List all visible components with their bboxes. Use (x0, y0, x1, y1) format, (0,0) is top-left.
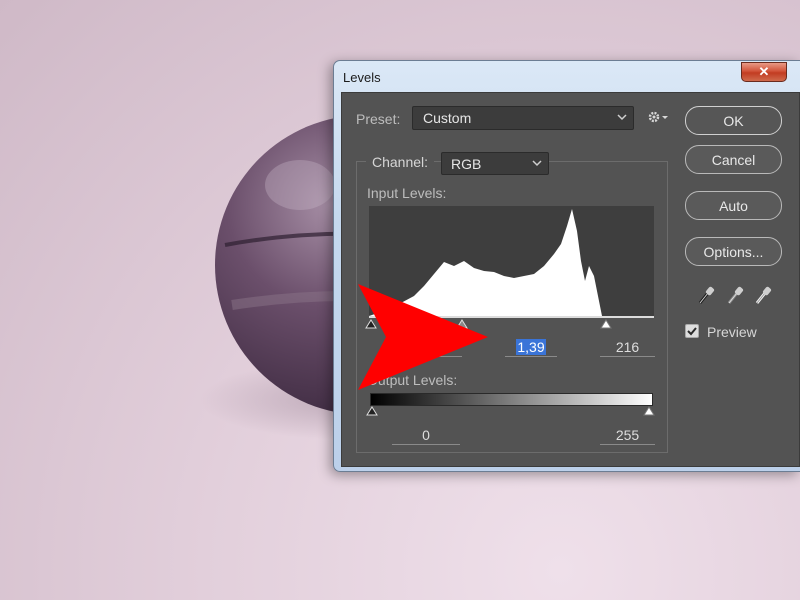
preset-label: Preset: (356, 111, 401, 127)
channel-value: RGB (451, 156, 482, 172)
output-white-field[interactable]: 255 (600, 425, 655, 445)
channel-label: Channel: (366, 154, 435, 170)
output-black-field[interactable]: 0 (392, 425, 460, 445)
input-white-slider[interactable] (600, 319, 612, 329)
chevron-down-icon (617, 114, 627, 121)
input-white-field[interactable]: 216 (600, 337, 655, 357)
levels-dialog: Levels ✕ Preset: Custom Channel: RGB Inp… (333, 60, 800, 472)
window-title: Levels (343, 70, 381, 85)
preview-checkbox[interactable] (685, 324, 699, 338)
annotation-arrow (358, 284, 488, 390)
checkmark-icon (687, 327, 697, 336)
input-gamma-value: 1,39 (516, 339, 546, 355)
preset-dropdown[interactable]: Custom (412, 106, 634, 130)
output-black-slider[interactable] (366, 406, 378, 416)
close-icon: ✕ (758, 64, 770, 79)
input-gamma-field[interactable]: 1,39 (505, 337, 557, 357)
auto-button[interactable]: Auto (685, 191, 782, 220)
preview-label: Preview (707, 324, 757, 340)
options-button[interactable]: Options... (685, 237, 782, 266)
input-levels-label: Input Levels: (367, 185, 447, 201)
cancel-button[interactable]: Cancel (685, 145, 782, 174)
title-bar[interactable]: Levels ✕ (334, 61, 800, 93)
input-white-value: 216 (615, 339, 640, 355)
eyedropper-gray-icon[interactable] (726, 285, 744, 305)
output-white-value: 255 (615, 427, 640, 443)
dialog-body: Preset: Custom Channel: RGB Input Levels… (341, 92, 800, 467)
chevron-down-icon (532, 160, 542, 167)
output-white-slider[interactable] (643, 406, 655, 416)
output-black-value: 0 (422, 427, 430, 443)
channel-dropdown[interactable]: RGB (441, 152, 549, 175)
eyedropper-white-icon[interactable] (754, 285, 772, 305)
close-button[interactable]: ✕ (741, 62, 787, 82)
ok-button[interactable]: OK (685, 106, 782, 135)
preset-value: Custom (423, 110, 472, 126)
gear-icon[interactable] (647, 110, 669, 124)
eyedropper-black-icon[interactable] (697, 285, 715, 305)
output-gradient-bar (370, 393, 653, 406)
